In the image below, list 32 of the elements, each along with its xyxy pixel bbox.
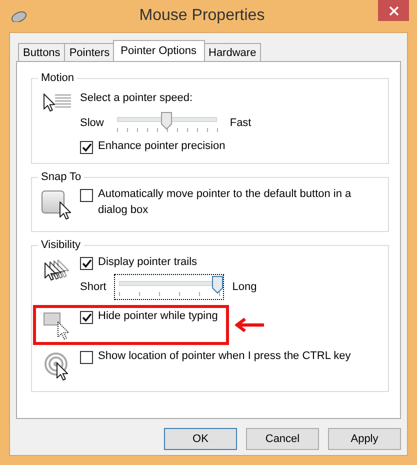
checkbox-label: Display pointer trails [98,255,198,270]
checkbox-label: Automatically move pointer to the default button in a dialog box [98,187,352,218]
checkbox[interactable] [80,141,93,154]
mouse-icon [11,10,27,22]
slider-max-label: Fast [230,117,252,129]
tab[interactable]: Pointer Options [112,40,204,61]
slider-thumb[interactable] [212,276,224,294]
slider-max-label: Long [232,281,257,293]
checkbox[interactable] [80,311,93,324]
checkbox-label: Enhance pointer precision [98,139,226,154]
tab[interactable]: Buttons [18,43,66,61]
close-button[interactable] [378,0,409,21]
dialog-button[interactable]: Apply [328,428,401,450]
window-title: Mouse Properties [138,7,266,25]
group-title: Snap To [40,171,82,183]
checkbox[interactable] [80,189,93,202]
checkbox[interactable] [80,351,93,364]
dialog-button[interactable]: OK [164,428,237,450]
checkbox-label: Hide pointer while typing [98,309,218,324]
slider-min-label: Short [80,281,106,293]
group-title: Visibility [40,239,82,251]
checkbox-label: Show location of pointer when I press the CTRL key [98,349,351,364]
slider-min-label: Slow [80,117,104,129]
slider-thumb[interactable] [160,112,172,130]
tab[interactable]: Hardware [204,43,262,61]
slider[interactable] [114,274,224,300]
group-title: Motion [40,72,76,84]
setting-caption: Select a pointer speed: [80,92,194,104]
annotation-arrow [234,318,265,332]
close-icon [388,6,398,16]
checkbox[interactable] [80,257,93,270]
dialog-button[interactable]: Cancel [246,428,319,450]
